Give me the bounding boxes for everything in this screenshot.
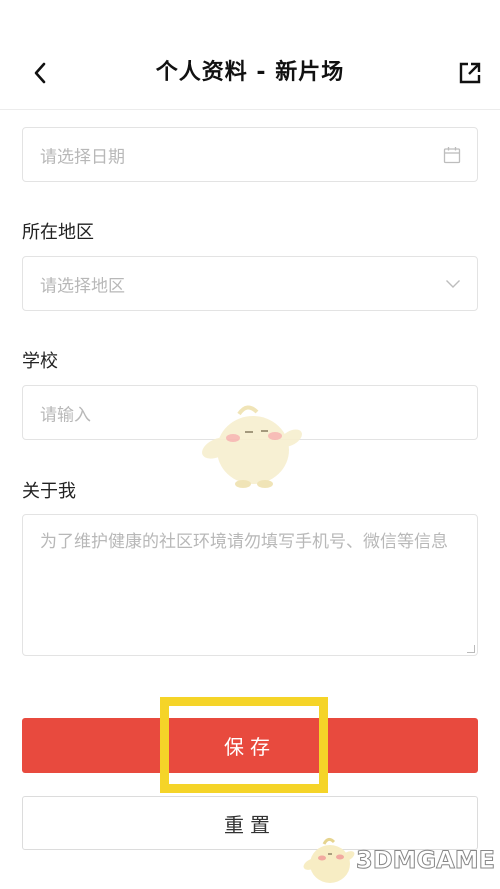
- school-label: 学校: [22, 351, 58, 372]
- page-title: 个人资料 - 新片场: [155, 60, 345, 85]
- about-placeholder: 为了维护健康的社区环境请勿填写手机号、微信等信息: [40, 532, 448, 552]
- highlight-box: [160, 697, 328, 793]
- about-label: 关于我: [22, 481, 76, 502]
- external-link-icon: [459, 62, 481, 84]
- mascot-logo-icon: [303, 837, 355, 883]
- brand-watermark: 3DMGAME: [300, 834, 500, 889]
- back-button[interactable]: [24, 56, 56, 90]
- date-picker-field[interactable]: 请选择日期: [22, 127, 478, 182]
- share-button[interactable]: [454, 58, 486, 88]
- chevron-down-icon: [445, 279, 461, 289]
- region-placeholder: 请选择地区: [40, 276, 125, 296]
- resize-handle[interactable]: [467, 645, 475, 653]
- region-label: 所在地区: [22, 222, 94, 243]
- school-placeholder: 请输入: [40, 405, 91, 425]
- watermark-text: 3DMGAME: [355, 846, 496, 875]
- mascot-watermark-icon: [202, 405, 302, 488]
- chevron-left-icon: [34, 62, 46, 84]
- calendar-icon: [443, 146, 461, 164]
- about-textarea[interactable]: 为了维护健康的社区环境请勿填写手机号、微信等信息: [22, 514, 478, 656]
- date-placeholder: 请选择日期: [40, 147, 125, 167]
- app-header: 个人资料 - 新片场: [0, 0, 500, 110]
- region-select[interactable]: 请选择地区: [22, 256, 478, 311]
